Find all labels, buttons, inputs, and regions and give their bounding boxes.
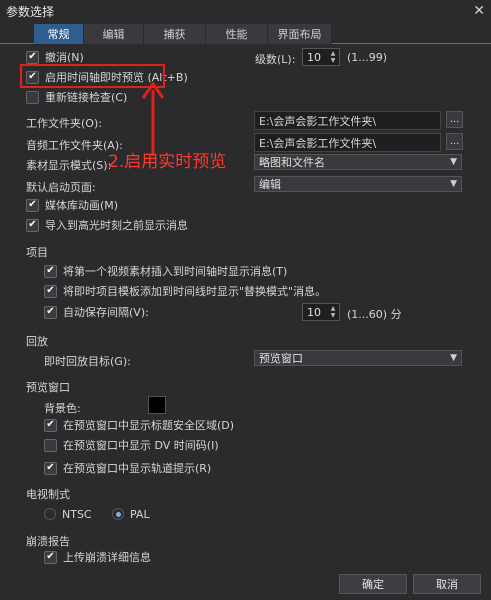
stepper-arrows-icon[interactable]: ▲ ▼ bbox=[328, 305, 338, 319]
pal-option[interactable]: PAL bbox=[112, 505, 150, 523]
autosave-range: (1...60) 分 bbox=[347, 308, 402, 321]
bg-color-swatch[interactable] bbox=[148, 396, 166, 414]
audio-folder-field[interactable]: E:\会声会影工作文件夹\ bbox=[254, 133, 441, 152]
general-panel: ✔ 撤消(N) 级数(L): 10 ▲ ▼ (1...99) ✔ 启用时间轴即时预… bbox=[0, 44, 491, 570]
ntsc-option[interactable]: NTSC bbox=[44, 505, 92, 523]
bg-color-label: 背景色: bbox=[44, 402, 81, 415]
relink-label: 重新链接检查(C) bbox=[45, 91, 128, 104]
work-folder-field[interactable]: E:\会声会影工作文件夹\ bbox=[254, 111, 441, 130]
dv-timecode-label: 在预览窗口中显示 DV 时间码(I) bbox=[63, 439, 219, 452]
work-folder-label: 工作文件夹(O): bbox=[26, 117, 102, 130]
chevron-down-icon: ▼ bbox=[450, 157, 457, 167]
ntsc-label: NTSC bbox=[62, 507, 92, 521]
close-icon[interactable]: ✕ bbox=[473, 3, 485, 19]
pal-radio[interactable] bbox=[112, 508, 124, 520]
display-mode-value: 略图和文件名 bbox=[259, 156, 325, 169]
relink-option[interactable]: 重新链接检查(C) bbox=[26, 88, 127, 106]
default-page-value: 编辑 bbox=[259, 178, 281, 191]
undo-label: 撤消(N) bbox=[45, 51, 84, 64]
tab-edit[interactable]: 编辑 bbox=[84, 24, 144, 44]
tab-general[interactable]: 常规 bbox=[34, 24, 84, 44]
levels-value: 10 bbox=[307, 50, 321, 64]
playback-section-title: 回放 bbox=[26, 335, 48, 348]
relink-checkbox[interactable] bbox=[26, 90, 39, 104]
autosave-stepper[interactable]: 10 ▲ ▼ bbox=[302, 303, 340, 321]
insert-msg-option[interactable]: ✔ 将第一个视频素材插入到时间轴时显示消息(T) bbox=[44, 262, 287, 280]
cancel-button[interactable]: 取消 bbox=[413, 574, 481, 594]
insert-msg-label: 将第一个视频素材插入到时间轴时显示消息(T) bbox=[63, 265, 288, 278]
title-bar: 参数选择 ✕ bbox=[0, 0, 491, 22]
levels-range: (1...99) bbox=[347, 51, 388, 64]
tab-performance[interactable]: 性能 bbox=[206, 24, 268, 44]
safe-area-label: 在预览窗口中显示标题安全区域(D) bbox=[63, 419, 235, 432]
import-highlight-option[interactable]: ✔ 导入到高光时刻之前显示消息 bbox=[26, 216, 188, 234]
crash-upload-checkbox[interactable]: ✔ bbox=[44, 550, 57, 564]
crash-upload-label: 上传崩溃详细信息 bbox=[63, 551, 151, 564]
track-hint-option[interactable]: ✔ 在预览窗口中显示轨道提示(R) bbox=[44, 459, 211, 477]
dv-timecode-checkbox[interactable] bbox=[44, 438, 57, 452]
window-title: 参数选择 bbox=[6, 4, 55, 19]
work-folder-value: E:\会声会影工作文件夹\ bbox=[259, 114, 377, 128]
tab-layout[interactable]: 界面布局 bbox=[268, 24, 332, 44]
tab-capture[interactable]: 捕获 bbox=[144, 24, 206, 44]
audio-folder-value: E:\会声会影工作文件夹\ bbox=[259, 136, 377, 150]
crash-section-title: 崩溃报告 bbox=[26, 535, 70, 548]
chevron-down-icon: ▼ bbox=[450, 179, 457, 189]
default-page-select[interactable]: 编辑 ▼ bbox=[254, 176, 462, 192]
annotation-text: 2.启用实时预览 bbox=[108, 152, 227, 172]
safe-area-checkbox[interactable]: ✔ bbox=[44, 418, 57, 432]
audio-folder-browse-button[interactable]: ... bbox=[446, 133, 463, 150]
playback-target-select[interactable]: 预览窗口 ▼ bbox=[254, 350, 462, 366]
chevron-down-icon: ▼ bbox=[450, 353, 457, 363]
track-hint-label: 在预览窗口中显示轨道提示(R) bbox=[63, 462, 212, 475]
dv-timecode-option[interactable]: 在预览窗口中显示 DV 时间码(I) bbox=[44, 436, 219, 454]
undo-checkbox[interactable]: ✔ bbox=[26, 50, 39, 64]
autosave-label: 自动保存间隔(V): bbox=[63, 306, 149, 319]
playback-target-label: 即时回放目标(G): bbox=[44, 355, 131, 368]
import-highlight-label: 导入到高光时刻之前显示消息 bbox=[45, 219, 188, 232]
stepper-arrows-icon[interactable]: ▲ ▼ bbox=[328, 50, 338, 64]
crash-upload-option[interactable]: ✔ 上传崩溃详细信息 bbox=[44, 548, 151, 566]
track-hint-checkbox[interactable]: ✔ bbox=[44, 461, 57, 475]
media-anim-label: 媒体库动画(M) bbox=[45, 199, 119, 212]
autosave-checkbox[interactable]: ✔ bbox=[44, 305, 57, 319]
default-page-label: 默认启动页面: bbox=[26, 181, 96, 194]
import-highlight-checkbox[interactable]: ✔ bbox=[26, 218, 39, 232]
pal-label: PAL bbox=[130, 507, 150, 521]
dialog-footer: 确定 取消 bbox=[0, 570, 491, 600]
preview-section-title: 预览窗口 bbox=[26, 381, 70, 394]
ok-button[interactable]: 确定 bbox=[339, 574, 407, 594]
levels-label: 级数(L): bbox=[255, 53, 296, 66]
media-anim-checkbox[interactable]: ✔ bbox=[26, 198, 39, 212]
display-mode-select[interactable]: 略图和文件名 ▼ bbox=[254, 154, 462, 170]
levels-stepper[interactable]: 10 ▲ ▼ bbox=[302, 48, 340, 66]
project-section-title: 项目 bbox=[26, 246, 48, 259]
audio-folder-label: 音频工作文件夹(A): bbox=[26, 139, 123, 152]
insert-msg-checkbox[interactable]: ✔ bbox=[44, 264, 57, 278]
playback-target-value: 预览窗口 bbox=[259, 352, 303, 365]
replace-msg-checkbox[interactable]: ✔ bbox=[44, 284, 57, 298]
replace-msg-option[interactable]: ✔ 将即时项目模板添加到时间线时显示"替换模式"消息。 bbox=[44, 282, 326, 300]
autosave-value: 10 bbox=[307, 305, 321, 319]
tab-bar: 常规 编辑 捕获 性能 界面布局 bbox=[0, 24, 491, 44]
work-folder-browse-button[interactable]: ... bbox=[446, 111, 463, 128]
ntsc-radio[interactable] bbox=[44, 508, 56, 520]
display-mode-label: 素材显示模式(S): bbox=[26, 159, 112, 172]
tv-section-title: 电视制式 bbox=[26, 488, 70, 501]
safe-area-option[interactable]: ✔ 在预览窗口中显示标题安全区域(D) bbox=[44, 416, 234, 434]
replace-msg-label: 将即时项目模板添加到时间线时显示"替换模式"消息。 bbox=[63, 285, 327, 298]
autosave-option[interactable]: ✔ 自动保存间隔(V): bbox=[44, 303, 149, 321]
media-anim-option[interactable]: ✔ 媒体库动画(M) bbox=[26, 196, 118, 214]
